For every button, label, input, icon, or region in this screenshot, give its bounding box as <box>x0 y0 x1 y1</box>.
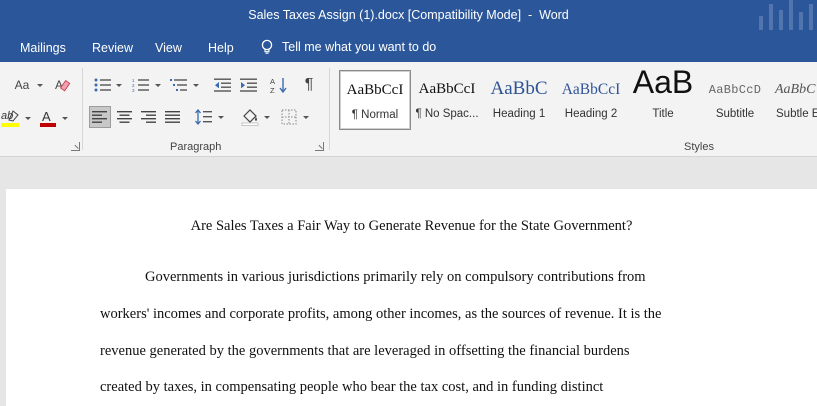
change-case-button[interactable]: Aa <box>8 76 36 94</box>
eraser-icon: A <box>55 78 71 92</box>
bullets-icon <box>94 78 111 92</box>
style-subtle-emphasis[interactable]: AaBbC Subtle E <box>771 70 817 130</box>
style-name: ¶ Normal <box>351 109 399 121</box>
increase-indent-icon <box>240 78 257 92</box>
ribbon-tabs: Mailings Review View Help Tell me what y… <box>0 34 817 62</box>
tab-review[interactable]: Review <box>92 41 133 55</box>
font-dialog-launcher[interactable] <box>71 142 80 151</box>
styles-gallery: AaBbCcI ¶ Normal AaBbCcI ¶ No Spac... Aa… <box>337 70 817 130</box>
style-sample: AaBbCcI <box>561 81 621 98</box>
align-center-icon <box>117 111 132 123</box>
font-color-button[interactable]: A <box>38 106 58 130</box>
style-normal[interactable]: AaBbCcI ¶ Normal <box>339 70 411 130</box>
style-sample: AaBbCcI <box>418 81 476 97</box>
document-page[interactable]: Are Sales Taxes a Fair Way to Generate R… <box>6 189 817 406</box>
shading-dropdown-icon[interactable] <box>264 116 270 119</box>
svg-text:A: A <box>42 109 51 124</box>
show-formatting-marks-button[interactable]: ¶ <box>298 75 320 95</box>
change-case-dropdown-icon[interactable] <box>37 84 43 87</box>
decrease-indent-icon <box>214 78 231 92</box>
numbering-icon: 1 2 3 <box>132 78 149 92</box>
line-spacing-button[interactable] <box>193 106 215 128</box>
tell-me-box[interactable]: Tell me what you want to do <box>260 39 436 55</box>
bullets-dropdown-icon[interactable] <box>116 84 122 87</box>
ribbon: Aa A ab A 1 2 3 A Z ¶ Paragraph AaBbCcI … <box>0 62 817 157</box>
paragraph-line: revenue generated by the governments tha… <box>100 343 630 359</box>
style-title[interactable]: AaB Title <box>627 70 699 130</box>
group-separator <box>329 68 330 150</box>
paragraph-line: Governments in various jurisdictions pri… <box>145 269 646 285</box>
paragraph-line: created by taxes, in compensating people… <box>100 379 604 395</box>
sort-button[interactable]: A Z <box>268 75 290 95</box>
numbering-dropdown-icon[interactable] <box>155 84 161 87</box>
style-heading-2[interactable]: AaBbCcI Heading 2 <box>555 70 627 130</box>
font-color-icon: A <box>40 109 56 127</box>
line-spacing-dropdown-icon[interactable] <box>218 116 224 119</box>
line-spacing-icon <box>195 109 212 125</box>
align-left-button[interactable] <box>89 106 111 128</box>
style-sample: AaBbCcI <box>346 82 404 98</box>
paragraph-group-label: Paragraph <box>170 141 222 153</box>
align-center-button[interactable] <box>114 106 136 128</box>
styles-group-label: Styles <box>684 141 714 153</box>
style-heading-1[interactable]: AaBbC Heading 1 <box>483 70 555 130</box>
font-color-dropdown-icon[interactable] <box>62 117 68 120</box>
style-no-spacing[interactable]: AaBbCcI ¶ No Spac... <box>411 70 483 130</box>
highlighter-icon: ab <box>1 110 19 127</box>
highlight-dropdown-icon[interactable] <box>25 117 31 120</box>
decrease-indent-button[interactable] <box>212 76 234 94</box>
bullets-button[interactable] <box>92 76 114 94</box>
style-name: Heading 2 <box>564 108 618 120</box>
tell-me-text: Tell me what you want to do <box>282 40 437 54</box>
justify-icon <box>165 111 180 123</box>
lightbulb-icon <box>261 39 273 54</box>
tab-help[interactable]: Help <box>208 41 234 55</box>
document-heading: Are Sales Taxes a Fair Way to Generate R… <box>190 218 633 234</box>
svg-text:Z: Z <box>270 86 275 94</box>
paragraph-dialog-launcher[interactable] <box>315 142 324 151</box>
svg-text:3: 3 <box>132 88 135 92</box>
align-right-button[interactable] <box>138 106 160 128</box>
borders-icon <box>281 109 297 125</box>
paragraph-line: workers' incomes and corporate profits, … <box>100 306 662 322</box>
borders-button[interactable] <box>278 106 300 128</box>
window-title: Sales Taxes Assign (1).docx [Compatibili… <box>0 8 817 22</box>
shading-button[interactable] <box>239 106 261 128</box>
svg-text:A: A <box>270 77 275 86</box>
align-left-icon <box>92 111 107 123</box>
highlight-color-button[interactable]: ab <box>0 106 22 130</box>
app-name: Word <box>539 8 569 22</box>
style-subtitle[interactable]: AaBbCcD Subtitle <box>699 70 771 130</box>
style-sample: AaBbC <box>775 82 816 97</box>
align-right-icon <box>141 111 156 123</box>
style-name: Title <box>652 108 674 120</box>
multilevel-list-icon <box>170 79 187 91</box>
style-name: Subtle E <box>776 108 817 120</box>
tab-mailings[interactable]: Mailings <box>20 41 66 55</box>
title-bar: Sales Taxes Assign (1).docx [Compatibili… <box>0 0 817 34</box>
group-separator <box>82 68 83 150</box>
numbering-button[interactable]: 1 2 3 <box>130 76 152 94</box>
style-name: Subtitle <box>715 108 755 120</box>
paint-bucket-icon <box>241 109 259 126</box>
style-sample: AaBbC <box>490 78 548 99</box>
multilevel-list-button[interactable] <box>168 76 190 94</box>
justify-button[interactable] <box>162 106 184 128</box>
multilevel-dropdown-icon[interactable] <box>193 84 199 87</box>
tab-view[interactable]: View <box>155 41 182 55</box>
sort-icon: A Z <box>270 77 287 94</box>
clear-formatting-button[interactable]: A <box>52 74 74 96</box>
increase-indent-button[interactable] <box>238 76 260 94</box>
svg-text:A: A <box>55 78 63 92</box>
document-title: Sales Taxes Assign (1).docx [Compatibili… <box>248 8 522 22</box>
title-decoration <box>757 0 817 34</box>
style-sample: AaBbCcD <box>708 83 762 97</box>
change-case-label: Aa <box>14 78 30 92</box>
style-name: ¶ No Spac... <box>415 108 479 120</box>
borders-dropdown-icon[interactable] <box>303 116 309 119</box>
style-sample: AaB <box>632 70 694 100</box>
pilcrow-icon: ¶ <box>304 76 314 93</box>
style-name: Heading 1 <box>492 108 546 120</box>
